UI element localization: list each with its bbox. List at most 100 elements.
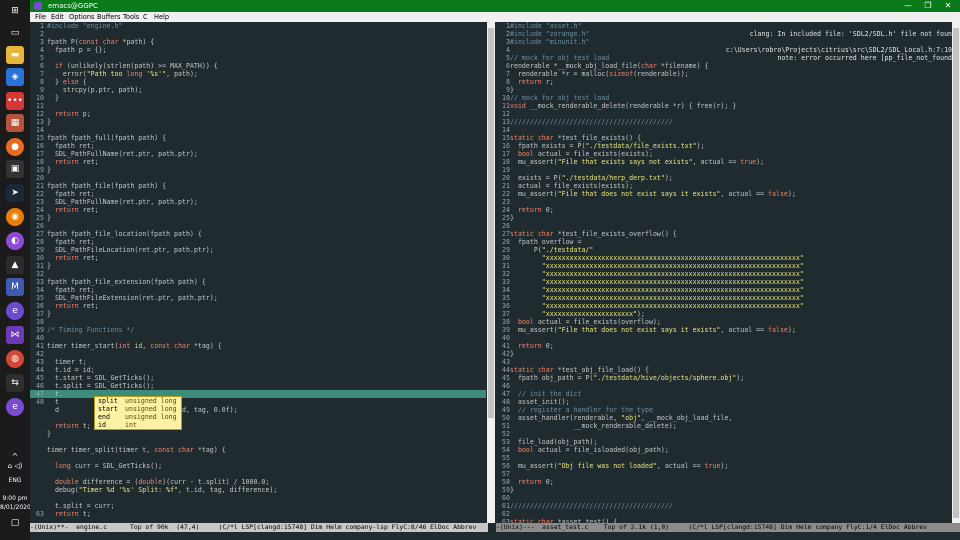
right-code-line[interactable]: 12 [496, 110, 960, 118]
visual-studio-icon[interactable]: ⋈ [6, 326, 24, 344]
menu-file[interactable]: File [35, 12, 46, 22]
firefox-icon[interactable]: ● [6, 138, 24, 156]
left-code-line[interactable]: 39/* Timing Functions */ [30, 326, 486, 334]
menu-buffers[interactable]: Buffers [97, 12, 120, 22]
left-code-line[interactable]: 29 SDL_PathFileLocation(ret.ptr, path.pt… [30, 246, 486, 254]
left-code-line[interactable]: 28 fpath ret; [30, 238, 486, 246]
left-code-line[interactable]: 11 [30, 102, 486, 110]
right-code-line[interactable]: 6 renderable *__mock_obj_load_file(char *… [496, 62, 960, 70]
right-code-line[interactable]: 55 [496, 454, 960, 462]
app-m-icon[interactable]: M [6, 278, 24, 296]
right-code-line[interactable]: 30 "xxxxxxxxxxxxxxxxxxxxxxxxxxxxxxxxxxxx… [496, 254, 960, 262]
right-code-line[interactable]: 29 P("./testdata/" [496, 246, 960, 254]
minimize-button[interactable]: — [898, 0, 918, 12]
right-code-line[interactable]: 44 static char *test_obj_file_load() { [496, 366, 960, 374]
menu-edit[interactable]: Edit [51, 12, 64, 22]
left-code-line[interactable]: 44 t.id = id; [30, 366, 486, 374]
left-code-line[interactable]: 10 } [30, 94, 486, 102]
inkscape-icon[interactable]: ▲ [6, 256, 24, 274]
left-code-line[interactable]: 24 return ret; [30, 206, 486, 214]
right-code-line[interactable]: 60 [496, 494, 960, 502]
left-code-line[interactable]: 8 } else { [30, 78, 486, 86]
right-code-line[interactable]: 49 // register a handler for the type [496, 406, 960, 414]
close-button[interactable]: ✕ [938, 0, 958, 12]
left-code-line[interactable]: 21 fpath fpath_file(fpath path) { [30, 182, 486, 190]
store-icon[interactable]: ◈ [6, 68, 24, 86]
left-code-line[interactable]: 41 timer timer_start(int id, const char *… [30, 342, 486, 350]
clock-date[interactable]: 8/01/2020 [0, 504, 31, 511]
right-code-line[interactable]: 21 actual = file_exists(exists); [496, 182, 960, 190]
right-code-line[interactable]: 1 #include "asset.h" [496, 22, 960, 30]
left-code-line[interactable]: timer timer_split(timer t, const char *t… [30, 446, 486, 454]
right-code-line[interactable]: 25} [496, 214, 960, 222]
chrome-icon[interactable]: ◍ [6, 350, 24, 368]
right-code-line[interactable]: 34 "xxxxxxxxxxxxxxxxxxxxxxxxxxxxxxxxxxxx… [496, 286, 960, 294]
left-editor-pane[interactable]: 1 #include "engine.h" 2 3 fpath P(const char… [30, 22, 486, 523]
right-code-line[interactable]: 3 #include "minunit.h" [496, 38, 960, 46]
right-code-line[interactable]: 61//////////////////////////////////////… [496, 502, 960, 510]
right-code-line[interactable]: 9} [496, 86, 960, 94]
right-code-line[interactable]: 50 asset_handler(renderable, "obj", __mo… [496, 414, 960, 422]
left-code-line[interactable]: 1 #include "engine.h" [30, 22, 486, 30]
left-code-line[interactable] [30, 454, 486, 462]
left-code-line[interactable]: 7 error("Path too long '%s'", path); [30, 70, 486, 78]
language-indicator[interactable]: ENG [0, 477, 30, 484]
file-explorer-icon[interactable]: ▬ [6, 46, 24, 64]
right-code-line[interactable]: 57 [496, 470, 960, 478]
right-code-line[interactable]: 37 "xxxxxxxxxxxxxxxxxxxxxx"); [496, 310, 960, 318]
app-purple-icon[interactable]: ◐ [6, 232, 24, 250]
right-code-line[interactable]: 48 asset_init(); [496, 398, 960, 406]
blender-icon[interactable]: ◉ [6, 208, 24, 226]
left-code-line[interactable]: 33 fpath fpath_file_extension(fpath path)… [30, 278, 486, 286]
right-editor-pane[interactable]: 1 #include "asset.h" 2 #include "zorange.h"… [496, 22, 960, 523]
left-code-line[interactable]: 2 [30, 30, 486, 38]
left-code-line[interactable]: 63 return t; [30, 510, 486, 518]
right-scrollbar[interactable] [952, 22, 960, 523]
right-code-line[interactable]: 23 [496, 198, 960, 206]
left-code-line[interactable]: 9 strcpy(p.ptr, path); [30, 86, 486, 94]
left-code-line[interactable]: 19} [30, 166, 486, 174]
completion-item[interactable]: split unsigned long [95, 397, 181, 405]
left-code-line[interactable]: 46 t.split = SDL_GetTicks(); [30, 382, 486, 390]
left-code-line[interactable]: 17 SDL_PathFullName(ret.ptr, path.ptr); [30, 150, 486, 158]
right-code-line[interactable]: 32 "xxxxxxxxxxxxxxxxxxxxxxxxxxxxxxxxxxxx… [496, 270, 960, 278]
completion-item[interactable]: end unsigned long [95, 413, 181, 421]
minibuffer[interactable] [30, 532, 960, 540]
right-code-line[interactable]: 33 "xxxxxxxxxxxxxxxxxxxxxxxxxxxxxxxxxxxx… [496, 278, 960, 286]
right-code-line[interactable]: 20 exists = P("./testdata/herp_derp.txt"… [496, 174, 960, 182]
right-code-line[interactable]: 58 return 0; [496, 478, 960, 486]
emacs-blue-icon[interactable]: e [6, 302, 24, 320]
right-code-line[interactable]: 54 bool actual = file_isloaded(obj_path)… [496, 446, 960, 454]
left-code-line[interactable]: } [30, 430, 486, 438]
left-code-line[interactable]: 42 [30, 350, 486, 358]
right-code-line[interactable]: 47 // init the dict [496, 390, 960, 398]
left-code-line[interactable]: 20 [30, 174, 486, 182]
left-code-line[interactable]: 15 fpath fpath_full(fpath path) { [30, 134, 486, 142]
left-code-line[interactable]: 34 fpath ret; [30, 286, 486, 294]
right-code-line[interactable]: 59} [496, 486, 960, 494]
right-code-line[interactable]: 13//////////////////////////////////////… [496, 118, 960, 126]
right-code-line[interactable]: 7 renderable *r = malloc(sizeof(renderab… [496, 70, 960, 78]
left-code-line[interactable]: double difference = (double)(curr - t.sp… [30, 478, 486, 486]
app-red-icon[interactable]: ••• [6, 92, 24, 110]
right-code-line[interactable]: 36 "xxxxxxxxxxxxxxxxxxxxxxxxxxxxxxxxxxxx… [496, 302, 960, 310]
emacs-icon[interactable]: e [6, 398, 24, 416]
left-code-line[interactable]: 13} [30, 118, 486, 126]
right-code-line[interactable]: 38 bool actual = file_exists(overflow); [496, 318, 960, 326]
menu-tools[interactable]: Tools [123, 12, 139, 22]
left-code-line[interactable]: 36 return ret; [30, 302, 486, 310]
notifications-icon[interactable]: ▢ [0, 518, 30, 528]
left-code-line[interactable]: 16 fpath ret; [30, 142, 486, 150]
left-scrollbar-thumb[interactable] [488, 28, 494, 418]
powershell-icon[interactable]: ⇆ [6, 374, 24, 392]
right-code-line[interactable]: 19 [496, 166, 960, 174]
right-code-line[interactable]: 8 return r; [496, 78, 960, 86]
left-code-line[interactable]: 4 fpath p = {}; [30, 46, 486, 54]
left-code-line[interactable]: 32 [30, 270, 486, 278]
network-volume-icons[interactable]: ⌂ ◁) [0, 462, 30, 470]
left-code-line[interactable]: 26 [30, 222, 486, 230]
left-code-line[interactable]: 25} [30, 214, 486, 222]
right-code-line[interactable]: 24 return 0; [496, 206, 960, 214]
right-code-line[interactable]: 42} [496, 350, 960, 358]
right-code-line[interactable]: 52 [496, 430, 960, 438]
